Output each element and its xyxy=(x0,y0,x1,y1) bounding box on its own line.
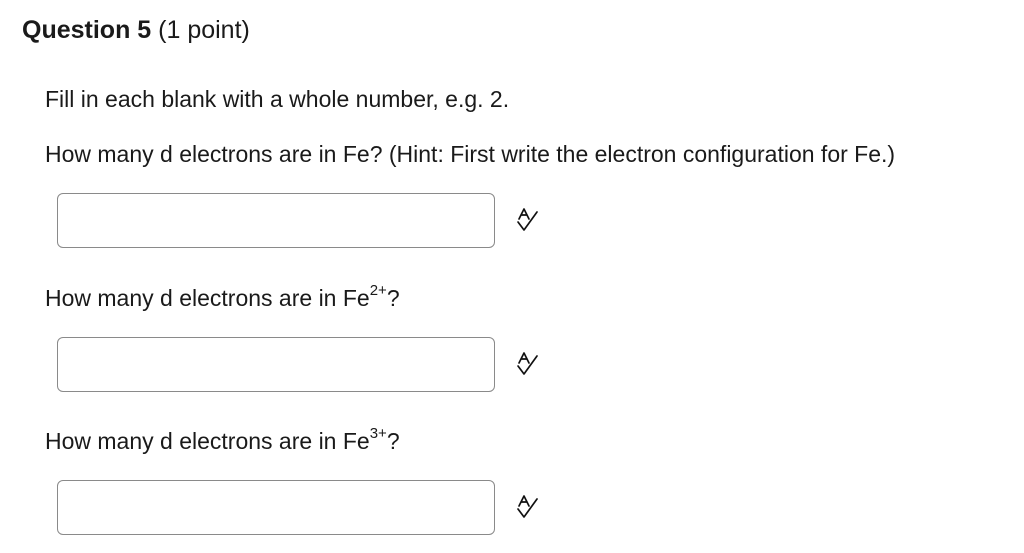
question-points: (1 point) xyxy=(158,16,250,44)
instructions-text: Fill in each blank with a whole number, … xyxy=(45,86,510,112)
charge-3plus: 3+ xyxy=(369,425,387,443)
answer-input-fe[interactable] xyxy=(57,193,495,248)
answer-input-fe3plus[interactable] xyxy=(57,480,495,535)
question-header: Question 5 (1 point) xyxy=(22,14,250,46)
prompt-fe3plus: How many d electrons are in Fe3+? xyxy=(45,426,400,456)
prompt-fe2plus-text: How many d electrons are in Fe xyxy=(45,285,370,311)
prompt-fe: How many d electrons are in Fe? (Hint: F… xyxy=(45,141,896,167)
question-number: Question 5 xyxy=(22,16,152,44)
prompt-fe3plus-suffix: ? xyxy=(386,428,400,454)
spellcheck-icon[interactable] xyxy=(514,351,542,377)
prompt-fe2plus-suffix: ? xyxy=(386,285,400,311)
charge-2plus: 2+ xyxy=(369,282,387,300)
spellcheck-icon[interactable] xyxy=(514,494,542,520)
prompt-fe3plus-text: How many d electrons are in Fe xyxy=(45,428,370,454)
spellcheck-icon[interactable] xyxy=(514,207,542,233)
answer-input-fe2plus[interactable] xyxy=(57,337,495,392)
prompt-fe2plus: How many d electrons are in Fe2+? xyxy=(45,283,400,313)
